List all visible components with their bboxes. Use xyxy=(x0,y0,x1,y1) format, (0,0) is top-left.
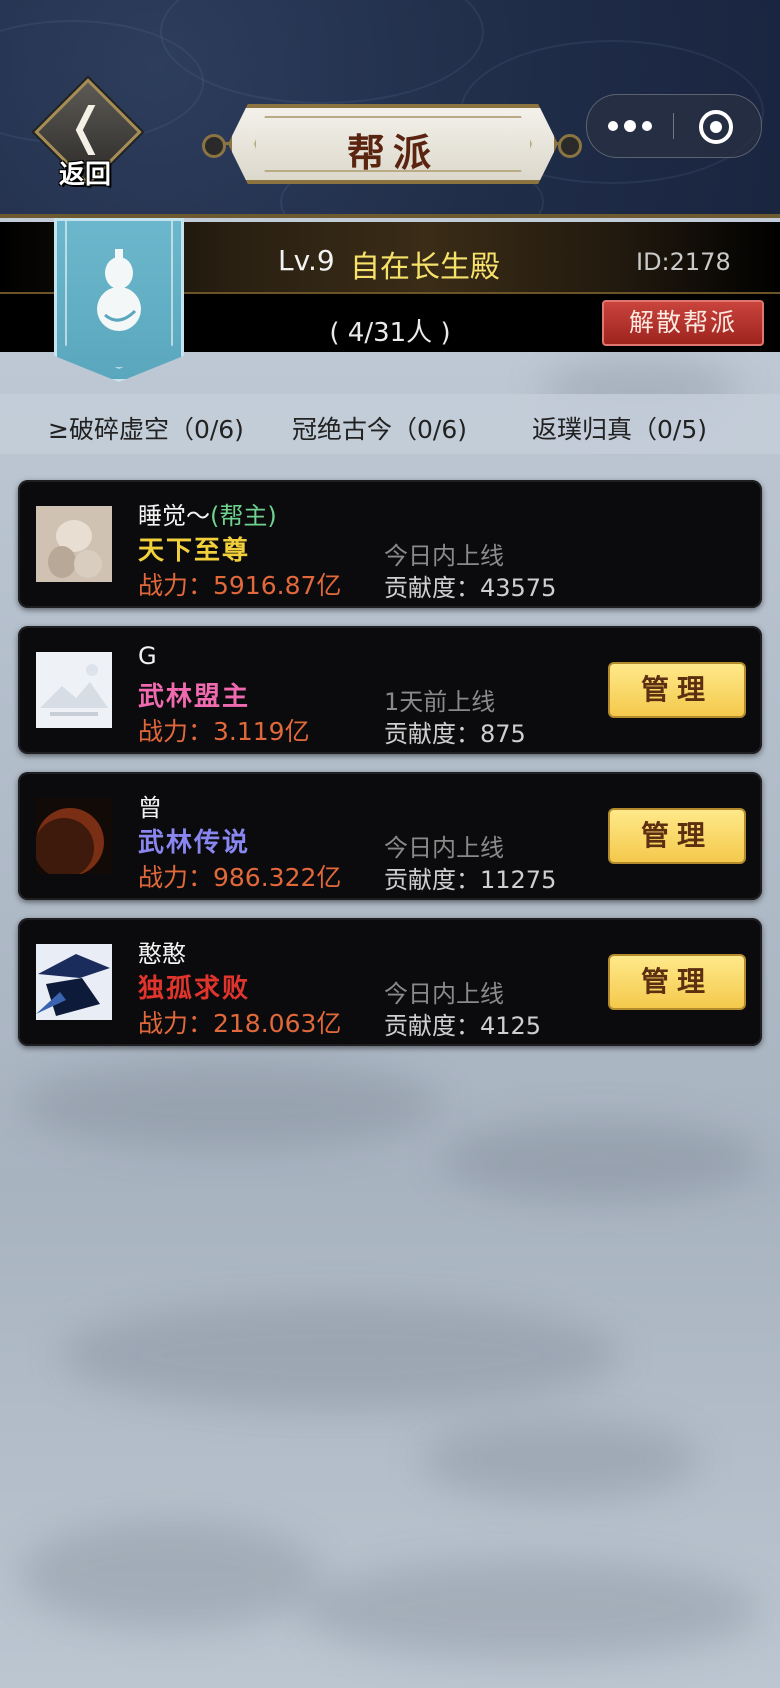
member-name: 憨憨 xyxy=(138,940,186,968)
back-button[interactable]: ❬ 返回 xyxy=(30,78,142,190)
background-cloud xyxy=(60,1300,620,1410)
member-card[interactable]: G 武林盟主 战力：3.119亿 1天前上线 贡献度：875 管理 xyxy=(18,626,762,754)
back-label: 返回 xyxy=(58,160,111,190)
miniprogram-capsule xyxy=(586,94,762,158)
background-cloud xyxy=(420,1420,700,1500)
member-online-status: 今日内上线 xyxy=(384,834,504,862)
avatar xyxy=(36,944,112,1020)
background-cloud xyxy=(20,1060,440,1150)
member-name: G xyxy=(138,642,157,670)
member-card[interactable]: 睡觉～(帮主) 天下至尊 战力：5916.87亿 今日内上线 贡献度：43575 xyxy=(18,480,762,608)
capsule-divider xyxy=(673,113,674,139)
member-power: 战力：218.063亿 xyxy=(138,1009,342,1038)
member-card[interactable]: 曾 武林传说 战力：986.322亿 今日内上线 贡献度：11275 管理 xyxy=(18,772,762,900)
background-cloud xyxy=(440,1120,760,1200)
member-contribution: 贡献度：43575 xyxy=(384,574,557,602)
member-power: 战力：986.322亿 xyxy=(138,863,342,892)
guild-level: Lv.9 xyxy=(278,244,335,277)
gourd-icon xyxy=(97,249,141,331)
member-title: 武林盟主 xyxy=(138,682,251,712)
member-contribution: 贡献度：4125 xyxy=(384,1012,542,1040)
back-arrow-icon: ❬ xyxy=(65,97,107,155)
target-close-icon[interactable] xyxy=(699,110,733,144)
avatar xyxy=(36,506,112,582)
manage-button[interactable]: 管理 xyxy=(608,954,746,1010)
member-name: 曾 xyxy=(138,794,162,822)
realm-stats-bar: ≥破碎虚空（0/6) 冠绝古今（0/6) 返璞归真（0/5) xyxy=(0,394,780,454)
guild-name: 自在长生殿 xyxy=(350,250,500,285)
title-plaque: 帮派 xyxy=(228,104,558,184)
realm-stat: 冠绝古今（0/6) xyxy=(292,415,467,444)
disband-guild-button[interactable]: 解散帮派 xyxy=(602,300,764,346)
title-knob-right xyxy=(558,134,582,158)
top-navigation-bar: ❬ 返回 帮派 xyxy=(0,0,780,218)
realm-stat: 返璞归真（0/5) xyxy=(532,415,707,444)
avatar xyxy=(36,798,112,874)
realm-stat: ≥破碎虚空（0/6) xyxy=(48,415,244,444)
title-knob-left xyxy=(202,134,226,158)
member-power: 战力：3.119亿 xyxy=(138,717,310,746)
member-contribution: 贡献度：11275 xyxy=(384,866,557,894)
member-role: (帮主) xyxy=(210,502,277,530)
member-title: 天下至尊 xyxy=(138,536,251,566)
background-cloud xyxy=(300,1560,760,1660)
member-title: 独孤求败 xyxy=(138,974,251,1004)
member-contribution: 贡献度：875 xyxy=(384,720,526,748)
member-online-status: 今日内上线 xyxy=(384,980,504,1008)
more-dots-icon[interactable] xyxy=(587,95,673,157)
manage-button[interactable]: 管理 xyxy=(608,662,746,718)
member-online-status: 1天前上线 xyxy=(384,688,496,716)
background-cloud xyxy=(20,1520,320,1630)
guild-emblem-banner xyxy=(54,218,184,382)
member-title: 武林传说 xyxy=(138,828,251,858)
member-card[interactable]: 憨憨 独孤求败 战力：218.063亿 今日内上线 贡献度：4125 管理 xyxy=(18,918,762,1046)
guild-id: ID:2178 xyxy=(636,248,731,276)
member-power: 战力：5916.87亿 xyxy=(138,571,342,600)
avatar xyxy=(36,652,112,728)
decorative-wave xyxy=(160,0,484,104)
member-online-status: 今日内上线 xyxy=(384,542,504,570)
member-name: 睡觉～(帮主) xyxy=(138,496,277,531)
manage-button[interactable]: 管理 xyxy=(608,808,746,864)
page-title: 帮派 xyxy=(346,130,439,175)
member-name-text: 睡觉～ xyxy=(138,502,210,530)
